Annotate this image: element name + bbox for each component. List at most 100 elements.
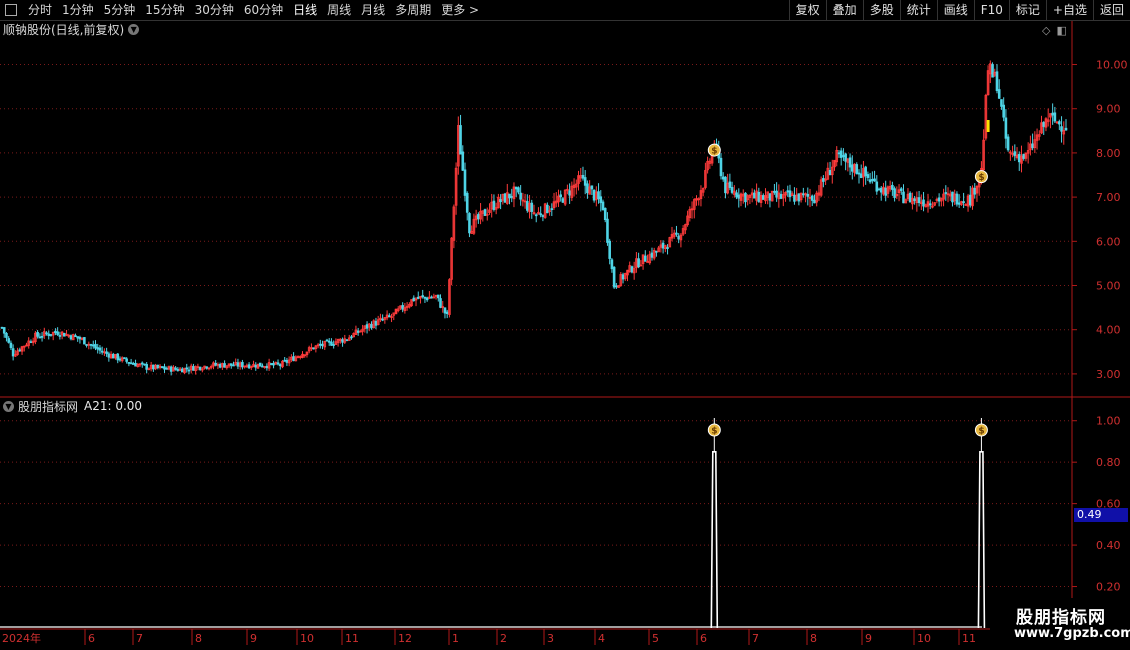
candle-body: [192, 366, 195, 371]
period-tab[interactable]: 分时: [23, 0, 57, 20]
candle-body: [650, 252, 654, 258]
candle-body: [541, 215, 545, 217]
x-tick-label: 12: [398, 632, 412, 645]
y-tick-label: 0.20: [1096, 581, 1121, 594]
candle-body: [806, 193, 810, 197]
candle-body: [63, 332, 66, 337]
chevron-down-icon[interactable]: ▼: [128, 23, 140, 35]
x-tick-label: 10: [917, 632, 931, 645]
candle-body: [198, 366, 202, 370]
candle-body: [165, 367, 169, 370]
candle-body: [962, 201, 965, 204]
period-tab[interactable]: 日线: [288, 0, 322, 20]
candle-body: [937, 197, 941, 202]
candle-body: [134, 362, 137, 367]
toolbar-button[interactable]: F10: [973, 0, 1009, 20]
candle-body: [265, 365, 269, 369]
y-tick-label: 10.00: [1096, 59, 1128, 72]
candle-body: [439, 298, 442, 308]
candle-body: [89, 344, 93, 346]
candle-body: [828, 170, 832, 176]
candle-body: [123, 357, 126, 360]
candle-body: [581, 174, 585, 179]
candle-body: [944, 192, 948, 195]
candle-body: [788, 190, 792, 198]
candle-body: [514, 186, 518, 190]
candle-body: [111, 353, 115, 359]
candle-body: [430, 296, 433, 299]
candle-body: [802, 193, 805, 196]
indicator-value: A21: 0.00: [84, 399, 143, 413]
toolbar-button[interactable]: +自选: [1045, 0, 1093, 20]
candle-body: [443, 307, 447, 314]
cursor-value-label: 0.49: [1074, 508, 1128, 522]
candle-body: [530, 202, 534, 212]
candle-body: [223, 363, 226, 368]
candle-body: [327, 340, 331, 343]
toolbar-button[interactable]: 标记: [1008, 0, 1046, 20]
candle-body: [737, 194, 741, 199]
candle-body: [775, 190, 778, 198]
x-tick-label: 4: [598, 632, 605, 645]
candle-body: [586, 183, 589, 194]
candle-body: [928, 203, 932, 206]
period-tab[interactable]: 15分钟: [140, 0, 189, 20]
layout-toggle-icon[interactable]: ◧: [1056, 24, 1066, 37]
candle-body: [18, 349, 22, 352]
period-tab[interactable]: 5分钟: [99, 0, 141, 20]
period-tab[interactable]: 30分钟: [190, 0, 239, 20]
candle-body: [875, 181, 879, 192]
candle-body: [278, 364, 282, 367]
toolbar-button[interactable]: 叠加: [825, 0, 863, 20]
candle-body: [370, 324, 373, 329]
x-tick-label: 6: [88, 632, 95, 645]
candle-body: [997, 89, 1001, 99]
period-bar: 分时 1分钟 5分钟 15分钟 30分钟 60分钟 日线 周线 月线 多周期 更多 >: [0, 0, 484, 20]
candle-body: [797, 193, 801, 202]
candle-body: [116, 353, 120, 361]
money-bag-symbol: $: [978, 173, 984, 183]
candle-body: [261, 365, 264, 368]
candle-body: [241, 361, 244, 368]
y-tick-label: 7.00: [1096, 191, 1121, 204]
indicator-pulse: [977, 451, 986, 629]
y-tick-label: 8.00: [1096, 147, 1121, 160]
kline-chart[interactable]: 10.00 9.00 8.00 7.00 6.00 5.00 4.00 3.00 1.00 0.8…: [0, 0, 1130, 650]
toolbar-button[interactable]: 返回: [1092, 0, 1130, 20]
candle-body: [321, 343, 324, 347]
candle-body: [1013, 151, 1017, 157]
candle-body: [991, 64, 994, 78]
candle-body: [757, 191, 761, 202]
candle-body: [810, 195, 814, 201]
period-tab[interactable]: 60分钟: [239, 0, 288, 20]
candle-body: [503, 193, 507, 203]
candle-body: [1006, 136, 1010, 151]
candle-body: [902, 191, 905, 204]
period-tab[interactable]: 周线: [322, 0, 356, 20]
candle-body: [54, 330, 57, 334]
candle-body: [185, 367, 189, 370]
candle-body: [534, 214, 538, 217]
candle-body: [463, 169, 467, 196]
toolbar-button[interactable]: 复权: [788, 0, 826, 20]
candle-body: [423, 296, 427, 299]
period-tab[interactable]: 月线: [356, 0, 390, 20]
candle-body: [893, 188, 896, 198]
indicator-pulse: [710, 451, 719, 629]
toolbar-button[interactable]: 画线: [936, 0, 974, 20]
chevron-down-icon[interactable]: ▼: [3, 400, 14, 412]
candle-body: [608, 240, 611, 259]
candle-body: [661, 242, 665, 249]
toolbar-button[interactable]: 多股: [862, 0, 900, 20]
candle-body: [129, 362, 133, 365]
candle-body: [1017, 153, 1021, 163]
period-tab[interactable]: 1分钟: [57, 0, 99, 20]
period-tab[interactable]: 多周期: [390, 0, 436, 20]
diamond-icon[interactable]: ◇: [1042, 24, 1050, 37]
window-menu-icon[interactable]: [5, 4, 17, 16]
candle-body: [461, 151, 465, 171]
period-tab[interactable]: 更多 >: [436, 0, 484, 20]
candle-body: [40, 335, 44, 338]
toolbar-button[interactable]: 统计: [899, 0, 937, 20]
candle-body: [98, 347, 102, 351]
